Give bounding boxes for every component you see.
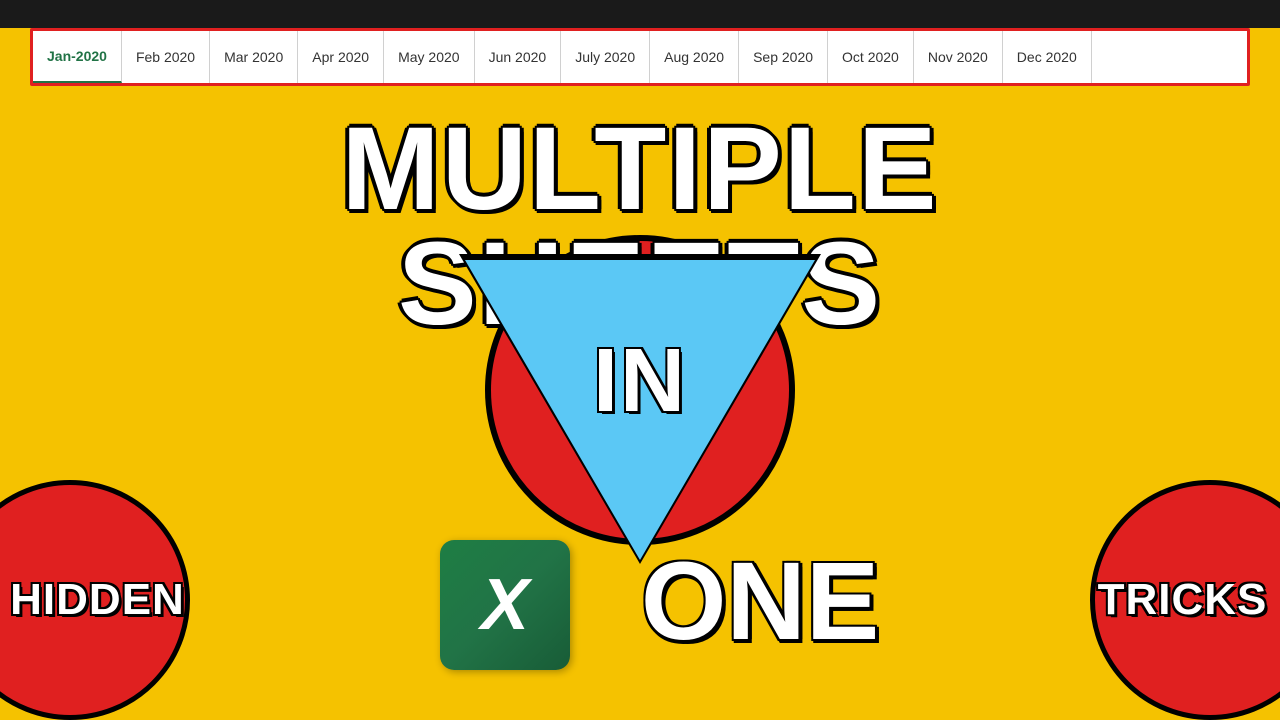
top-bar <box>0 0 1280 28</box>
tab-may-2020[interactable]: May 2020 <box>384 31 474 83</box>
tab-dec-2020[interactable]: Dec 2020 <box>1003 31 1092 83</box>
one-text: ONE <box>641 538 879 665</box>
tab-aug-2020[interactable]: Aug 2020 <box>650 31 739 83</box>
tab-jun-2020[interactable]: Jun 2020 <box>475 31 562 83</box>
title-multiple: MULTIPLE <box>0 110 1280 228</box>
tab-apr-2020[interactable]: Apr 2020 <box>298 31 384 83</box>
tab-oct-2020[interactable]: Oct 2020 <box>828 31 914 83</box>
excel-logo: X <box>440 540 570 670</box>
tab-july-2020[interactable]: July 2020 <box>561 31 650 83</box>
tab-nov-2020[interactable]: Nov 2020 <box>914 31 1003 83</box>
tricks-label: TRICKS <box>1098 575 1280 625</box>
hidden-label: HIDDEN <box>0 575 185 625</box>
tab-sep-2020[interactable]: Sep 2020 <box>739 31 828 83</box>
tab-mar-2020[interactable]: Mar 2020 <box>210 31 298 83</box>
tab-feb-2020[interactable]: Feb 2020 <box>122 31 210 83</box>
tab-jan-2020[interactable]: Jan-2020 <box>33 31 122 83</box>
excel-letter: X <box>481 569 529 641</box>
spreadsheet-bar: Jan-2020 Feb 2020 Mar 2020 Apr 2020 May … <box>30 28 1250 86</box>
in-text: IN <box>593 330 687 433</box>
hidden-badge: HIDDEN <box>0 480 190 720</box>
tricks-badge: TRICKS <box>1090 480 1280 720</box>
excel-logo-inner: X <box>440 540 570 670</box>
main-content: Jan-2020 Feb 2020 Mar 2020 Apr 2020 May … <box>0 0 1280 720</box>
